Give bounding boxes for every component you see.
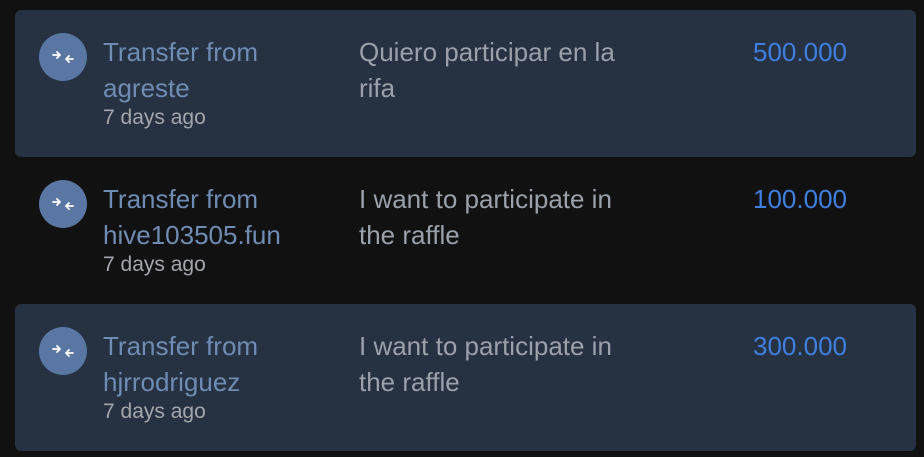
transfer-row[interactable]: Transfer from agreste 7 days ago Quiero … [15, 10, 916, 157]
transfer-title[interactable]: Transfer from hjrrodriguez [103, 328, 348, 400]
transfer-amount: 300.000 [753, 331, 847, 361]
transfer-row[interactable]: Transfer from hive103505.fun 7 days ago … [15, 157, 916, 304]
transfer-arrows-icon [39, 180, 87, 228]
transfer-arrows-icon [39, 33, 87, 81]
transfer-amount: 100.000 [753, 184, 847, 214]
transfer-memo: I want to participate in the raffle [359, 184, 612, 250]
transfer-row[interactable]: Transfer from hjrrodriguez 7 days ago I … [15, 304, 916, 451]
transfer-amount: 500.000 [753, 37, 847, 67]
transfer-timestamp: 7 days ago [103, 253, 206, 276]
transfer-title[interactable]: Transfer from agreste [103, 34, 348, 106]
transfer-arrows-icon [39, 327, 87, 375]
transfer-timestamp: 7 days ago [103, 106, 206, 129]
transfer-memo: I want to participate in the raffle [359, 331, 612, 397]
transfer-title[interactable]: Transfer from hive103505.fun [103, 181, 348, 253]
transfer-timestamp: 7 days ago [103, 400, 206, 423]
transfer-history-list: Transfer from agreste 7 days ago Quiero … [0, 0, 924, 457]
transfer-memo: Quiero participar en la rifa [359, 37, 615, 103]
